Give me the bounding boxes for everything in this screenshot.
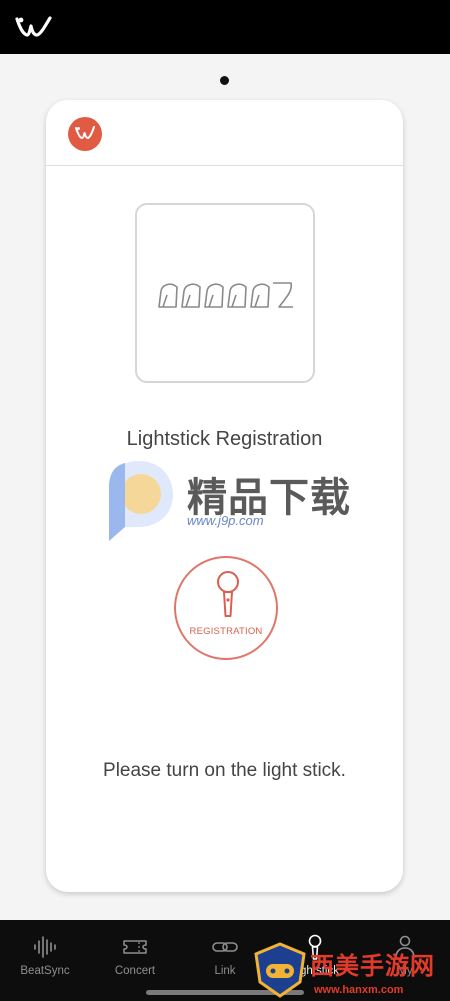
watermark: 精品下载 www.j9p.com — [99, 457, 359, 547]
registration-button[interactable]: REGISTRATION — [174, 556, 278, 660]
nav-item-concert[interactable]: Concert — [90, 934, 180, 990]
nav-label-beatsync: BeatSync — [20, 965, 70, 977]
gamepad-shield-icon — [254, 942, 306, 998]
corner-watermark-url: www.hanxm.com — [314, 984, 404, 996]
weverse-logo-icon — [15, 16, 52, 37]
nav-item-beatsync[interactable]: BeatSync — [0, 934, 90, 990]
registration-title: Lightstick Registration — [126, 428, 323, 450]
top-bar — [0, 0, 450, 54]
registration-button-label: REGISTRATION — [189, 626, 263, 637]
artist-logo-box — [135, 203, 315, 383]
soundwave-icon — [34, 936, 56, 958]
artist-logo-icon — [158, 282, 293, 308]
link-icon — [212, 942, 238, 952]
turn-on-hint: Please turn on the light stick. — [103, 760, 346, 781]
watermark-p-logo-icon — [109, 461, 173, 541]
ticket-icon — [123, 940, 147, 954]
brand-badge — [68, 117, 102, 151]
corner-watermark-text: 西美手游网 — [310, 953, 435, 980]
card-header — [46, 100, 403, 166]
page-indicator-dot — [220, 76, 229, 85]
weverse-logo-icon — [75, 126, 95, 139]
lightstick-card: Lightstick Registration 精品下载 www.j9p.com… — [46, 100, 403, 892]
lightstick-icon — [217, 571, 239, 617]
watermark-url: www.j9p.com — [187, 513, 264, 528]
corner-watermark: 西美手游网 www.hanxm.com — [250, 942, 450, 1001]
nav-label-concert: Concert — [114, 965, 156, 977]
